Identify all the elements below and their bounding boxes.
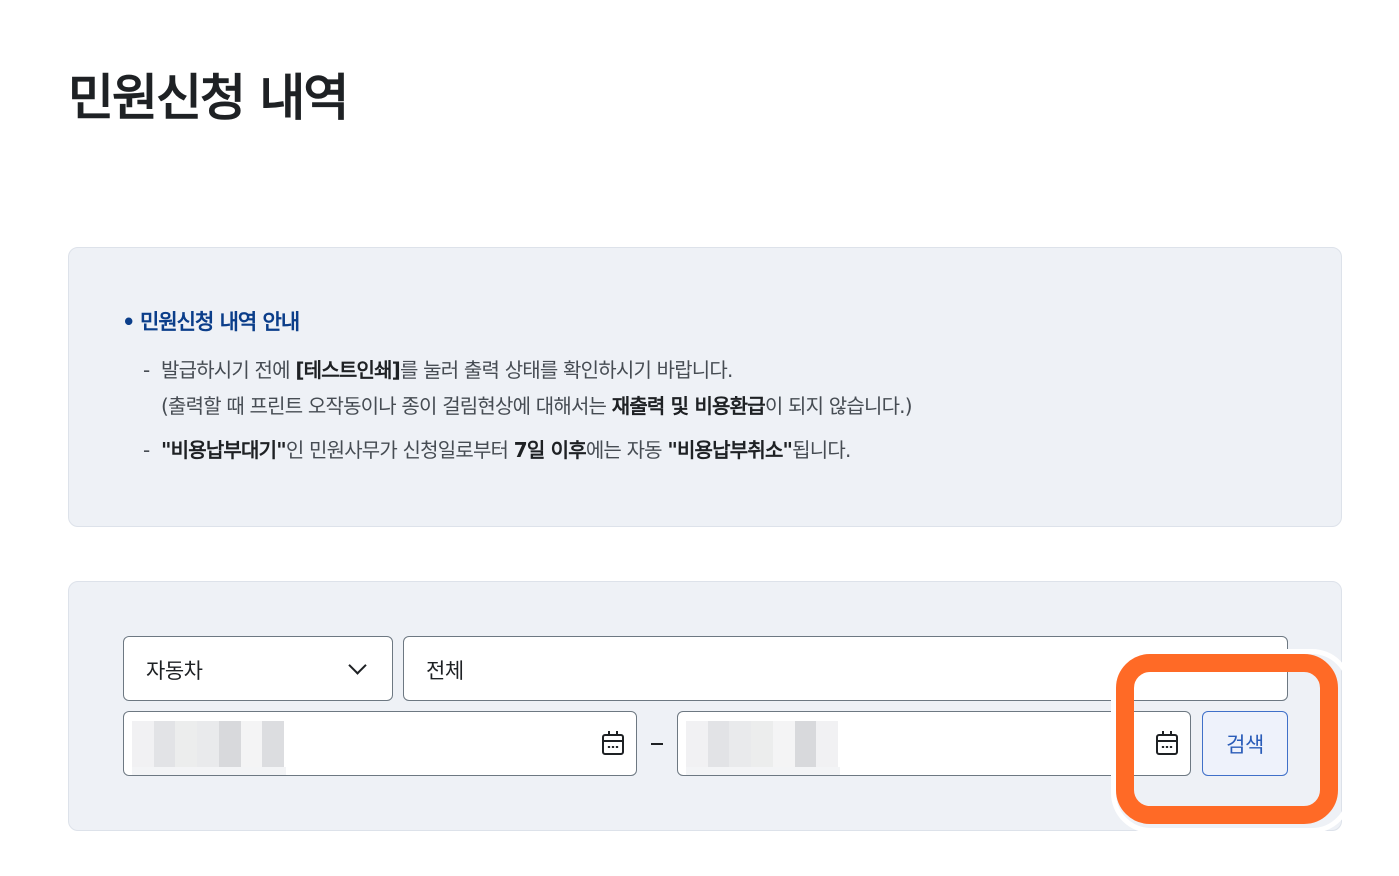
redacted-date-value: [686, 721, 839, 767]
category-select[interactable]: 자동차: [123, 636, 393, 701]
calendar-icon[interactable]: [602, 731, 624, 755]
notice-emphasis: 재출력 및 비용환급: [611, 394, 766, 418]
calendar-icon[interactable]: [1156, 731, 1178, 755]
notice-item-print-test: - 발급하시기 전에 [테스트인쇄]를 눌러 출력 상태를 확인하시기 바랍니다…: [143, 352, 913, 424]
notice-text: 인 민원사무가 신청일로부터: [285, 438, 514, 462]
notice-text: 발급하시기 전에: [161, 358, 296, 382]
end-date-field[interactable]: [677, 711, 1191, 776]
notice-item-auto-cancel: - "비용납부대기"인 민원사무가 신청일로부터 7일 이후에는 자동 "비용납…: [143, 432, 912, 468]
notice-line: (출력할 때 프린트 오작동이나 종이 걸림현상에 대해서는 재출력 및 비용환…: [161, 388, 913, 424]
notice-dash: -: [143, 438, 150, 462]
type-select[interactable]: 전체: [403, 636, 1288, 701]
search-panel: 자동차 전체 검색: [68, 581, 1342, 831]
notice-emphasis: "비용납부취소": [667, 438, 793, 462]
search-button[interactable]: 검색: [1202, 711, 1288, 776]
notice-emphasis: "비용납부대기": [161, 438, 287, 462]
start-date-field[interactable]: [123, 711, 637, 776]
category-select-value: 자동차: [146, 659, 203, 683]
date-range-separator: [651, 743, 663, 745]
notice-emphasis: [테스트인쇄]: [295, 358, 401, 382]
page-title: 민원신청 내역: [68, 69, 349, 127]
notice-dash: -: [143, 358, 150, 382]
notice-text: 를 눌러 출력 상태를 확인하시기 바랍니다.: [400, 358, 733, 382]
notice-line: 발급하시기 전에 [테스트인쇄]를 눌러 출력 상태를 확인하시기 바랍니다.: [161, 352, 912, 388]
notice-text: (출력할 때 프린트 오작동이나 종이 걸림현상에 대해서는: [161, 394, 612, 418]
page: 민원신청 내역 • 민원신청 내역 안내 - 발급하시기 전에 [테스트인쇄]를 …: [0, 0, 1399, 876]
type-select-value: 전체: [426, 659, 464, 683]
notice-bullet: •: [122, 310, 135, 334]
notice-heading: • 민원신청 내역 안내: [122, 306, 300, 336]
notice-text: 에는 자동: [585, 438, 668, 462]
redacted-date-value-strip: [686, 767, 840, 775]
notice-text: 이 되지 않습니다.): [764, 394, 913, 418]
notice-emphasis: 7일 이후: [513, 438, 587, 462]
notice-heading-text: 민원신청 내역 안내: [140, 310, 300, 334]
chevron-down-icon: [348, 656, 367, 675]
redacted-date-value-strip: [132, 767, 286, 775]
notice-panel: • 민원신청 내역 안내 - 발급하시기 전에 [테스트인쇄]를 눌러 출력 상태…: [68, 247, 1342, 527]
notice-line: "비용납부대기"인 민원사무가 신청일로부터 7일 이후에는 자동 "비용납부취…: [161, 432, 912, 468]
notice-list: - 발급하시기 전에 [테스트인쇄]를 눌러 출력 상태를 확인하시기 바랍니다…: [143, 352, 913, 468]
redacted-date-value: [132, 721, 285, 767]
notice-text: 됩니다.: [792, 438, 851, 462]
